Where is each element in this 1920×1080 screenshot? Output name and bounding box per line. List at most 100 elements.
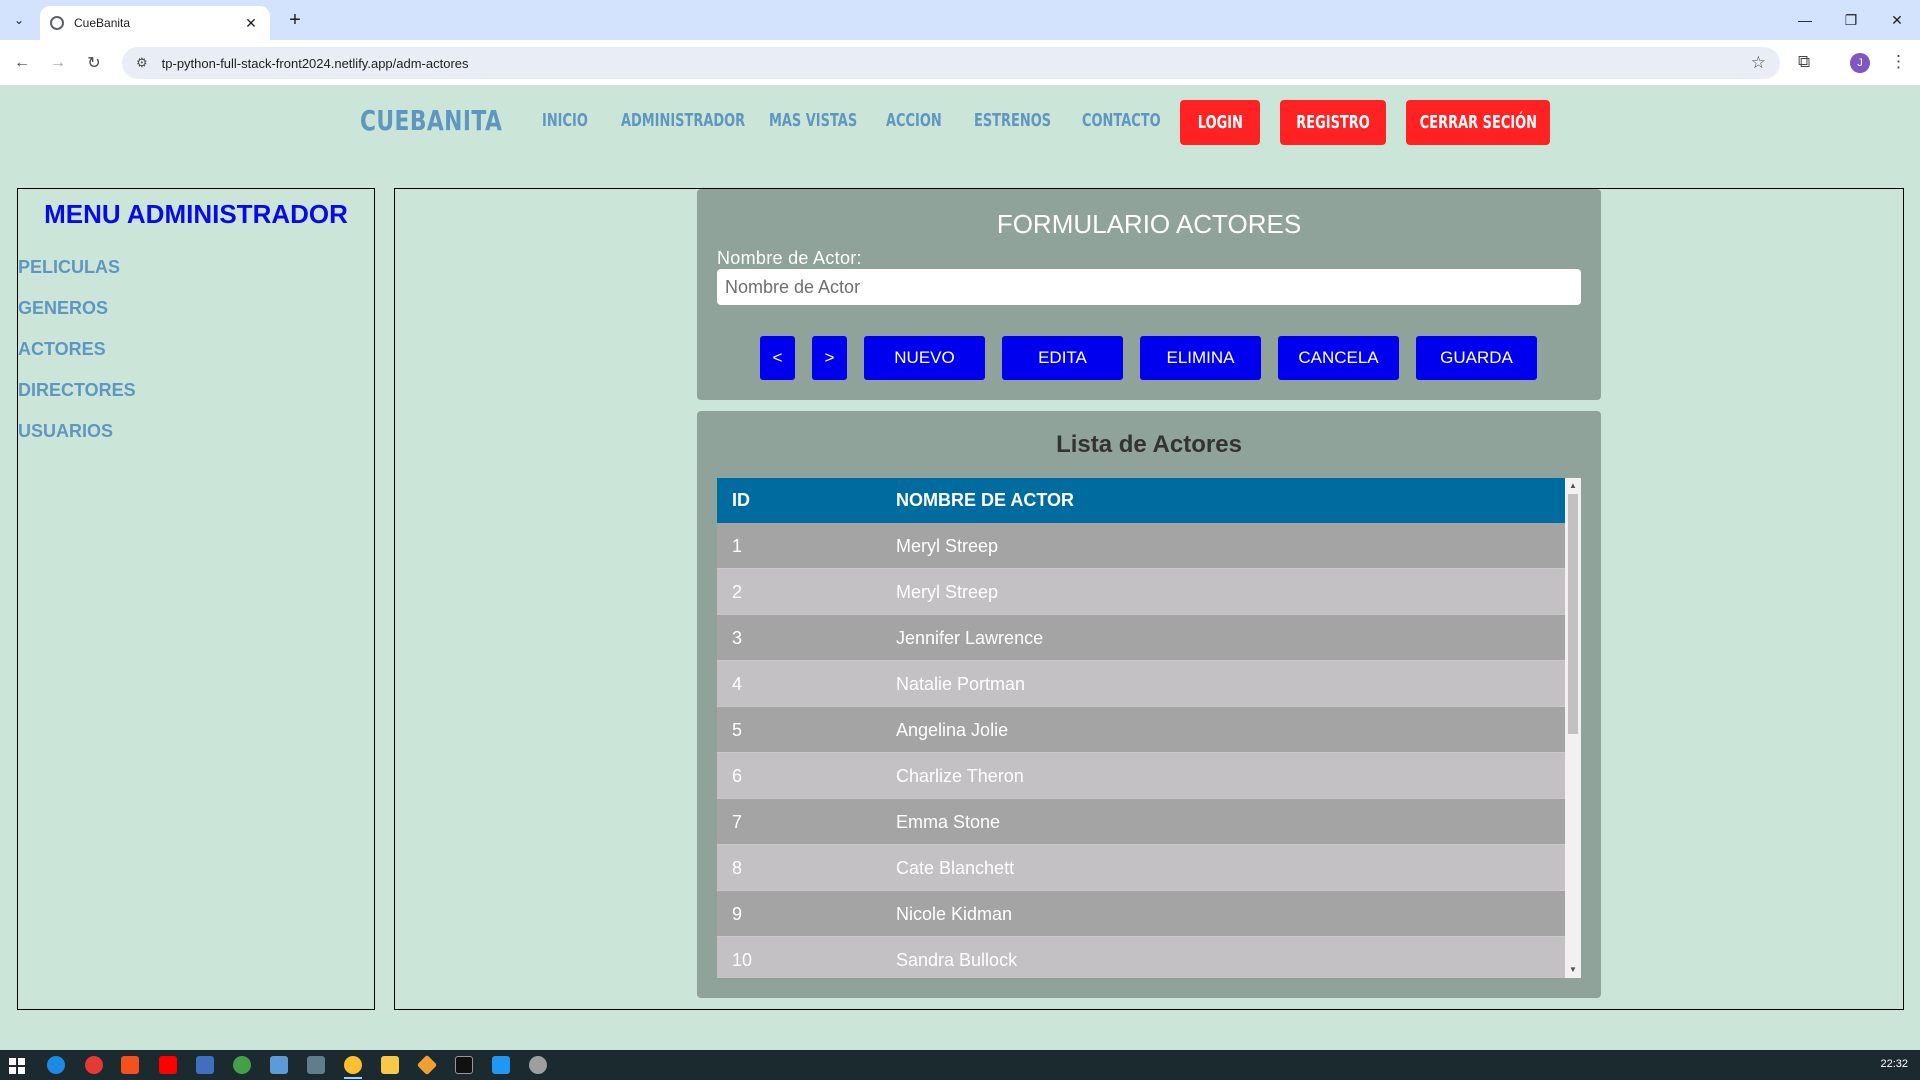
table-row[interactable]: 6 Charlize Theron [717,753,1565,799]
sidebar-title: MENU ADMINISTRADOR [44,199,348,229]
cell-id: 5 [732,720,743,740]
profile-avatar[interactable]: J [1850,53,1870,73]
nav-contacto[interactable]: CONTACTO [1082,110,1161,131]
list-title: Lista de Actores [1056,431,1242,458]
taskbar-clock[interactable]: 22:32 [1880,1058,1908,1070]
cell-id: 3 [732,628,743,648]
close-tab-icon[interactable]: ✕ [242,15,260,32]
cell-name: Meryl Streep [896,582,999,602]
chrome-active-icon[interactable] [344,1056,362,1074]
office-icon[interactable] [121,1056,139,1074]
actor-list-panel: Lista de Actores ID NOMBRE DE ACTOR 1 Mer… [697,411,1601,998]
globe-icon [50,16,64,30]
paint-icon[interactable] [529,1056,547,1074]
address-bar[interactable]: ⚙ tp-python-full-stack-front2024.netlify… [122,47,1780,79]
sidebar-item-peliculas[interactable]: PELICULAS [18,257,120,278]
active-app-indicator [344,1077,362,1079]
forward-arrow-icon[interactable]: → [46,51,70,75]
cell-name: Angelina Jolie [896,720,1009,740]
site-logo[interactable]: CUEBANITA [360,104,502,137]
windows-taskbar: 22:32 [0,1050,1920,1080]
browser-toolbar: ← → ↻ ⚙ tp-python-full-stack-front2024.n… [0,40,1920,86]
back-arrow-icon[interactable]: ← [10,51,34,75]
table-row[interactable]: 4 Natalie Portman [717,661,1565,707]
actor-form-panel: FORMULARIO ACTORES Nombre de Actor: < > … [697,189,1601,400]
cell-id: 2 [732,582,743,602]
sidebar-item-generos[interactable]: GENEROS [18,298,108,319]
login-button[interactable]: LOGIN [1180,100,1260,145]
nav-accion[interactable]: ACCION [886,110,942,131]
youtube-icon[interactable] [159,1056,177,1074]
table-header: ID NOMBRE DE ACTOR [717,478,1565,523]
cell-name: Sandra Bullock [896,950,1018,970]
window-controls: — ❐ ✕ [1782,0,1920,40]
form-title: FORMULARIO ACTORES [996,209,1302,239]
close-window-icon[interactable]: ✕ [1874,0,1920,40]
registro-button[interactable]: REGISTRO [1280,100,1386,145]
site-info-icon[interactable]: ⚙ [136,55,148,71]
terminal-icon[interactable] [455,1056,473,1074]
sidebar-item-actores[interactable]: ACTORES [18,339,106,360]
minimize-icon[interactable]: — [1782,0,1828,40]
nuevo-button[interactable]: NUEVO [864,336,985,380]
cell-id: 4 [732,674,743,694]
chrome-alt-icon[interactable] [233,1056,251,1074]
reload-icon[interactable]: ↻ [82,51,106,75]
prev-button[interactable]: < [760,336,795,380]
elimina-button[interactable]: ELIMINA [1140,336,1261,380]
cell-name: Nicole Kidman [896,904,1013,924]
nav-administrador[interactable]: ADMINISTRADOR [621,110,745,131]
extensions-icon[interactable]: ⧉ [1798,52,1810,72]
next-button[interactable]: > [812,336,847,380]
cell-name: Natalie Portman [896,674,1026,694]
cell-id: 1 [732,536,743,556]
guarda-button[interactable]: GUARDA [1416,336,1537,380]
cell-id: 9 [732,904,743,924]
table-row[interactable]: 10 Sandra Bullock [717,937,1565,978]
windows-start-icon[interactable] [9,1058,25,1074]
nav-mas-vistas[interactable]: MAS VISTAS [769,110,857,131]
calculator-icon[interactable] [307,1056,325,1074]
restore-icon[interactable]: ❐ [1828,0,1874,40]
kebab-menu-icon[interactable]: ⋮ [1890,52,1907,72]
table-row[interactable]: 2 Meryl Streep [717,569,1565,615]
browser-tab[interactable]: CueBanita ✕ [40,6,270,40]
table-scrollbar[interactable]: ▲ ▼ [1565,478,1581,978]
cancela-button[interactable]: CANCELA [1278,336,1399,380]
vscode-icon[interactable] [196,1056,214,1074]
edge-icon[interactable] [47,1056,65,1074]
table-row[interactable]: 8 Cate Blanchett [717,845,1565,891]
nav-inicio[interactable]: INICIO [542,110,588,131]
cerrar-sesion-button[interactable]: CERRAR SECIÓN [1406,100,1550,145]
cell-name: Cate Blanchett [896,858,1015,878]
scroll-down-arrow-icon[interactable]: ▼ [1565,962,1581,978]
scrollbar-thumb[interactable] [1568,494,1578,734]
bookmark-star-icon[interactable]: ☆ [1751,53,1766,73]
git-icon[interactable] [416,1054,438,1076]
table-row[interactable]: 5 Angelina Jolie [717,707,1565,753]
scroll-up-arrow-icon[interactable]: ▲ [1565,478,1581,494]
visual-studio-code-icon[interactable] [492,1056,510,1074]
actor-name-label: Nombre de Actor: [717,248,862,268]
actor-name-input[interactable] [717,269,1581,305]
remote-icon[interactable] [270,1056,288,1074]
table-row[interactable]: 9 Nicole Kidman [717,891,1565,937]
sidebar-item-usuarios[interactable]: USUARIOS [18,421,113,442]
registro-label: REGISTRO [1296,112,1370,133]
new-tab-button[interactable]: + [282,8,308,34]
table-row[interactable]: 3 Jennifer Lawrence [717,615,1565,661]
nav-estrenos[interactable]: ESTRENOS [974,110,1051,131]
url-text[interactable]: tp-python-full-stack-front2024.netlify.a… [162,56,1751,71]
column-header-id: ID [732,490,750,510]
table-row[interactable]: 7 Emma Stone [717,799,1565,845]
edita-button[interactable]: EDITA [1002,336,1123,380]
tab-search-chevron-icon[interactable]: ⌄ [8,9,30,31]
cell-name: Charlize Theron [896,766,1024,786]
cell-id: 7 [732,812,743,832]
chrome-icon[interactable] [85,1056,103,1074]
file-explorer-icon[interactable] [381,1056,399,1074]
tab-title: CueBanita [74,16,131,30]
sidebar-item-directores[interactable]: DIRECTORES [18,380,136,401]
cell-name: Emma Stone [896,812,1001,832]
table-row[interactable]: 1 Meryl Streep [717,523,1565,569]
